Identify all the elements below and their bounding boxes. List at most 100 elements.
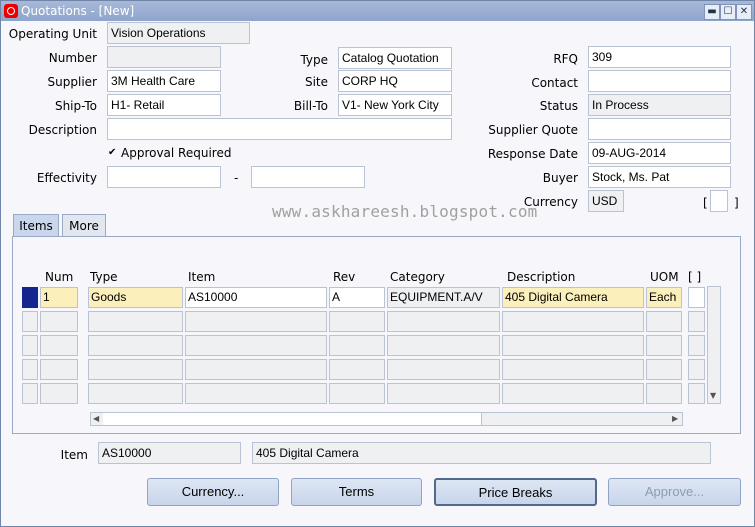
price-breaks-button[interactable]: Price Breaks xyxy=(434,478,597,506)
tab-more[interactable]: More xyxy=(62,214,106,236)
line-uom-cell[interactable] xyxy=(646,335,682,356)
supplier-field[interactable]: 3M Health Care xyxy=(107,70,221,92)
row-selector[interactable] xyxy=(22,311,38,332)
tab-items[interactable]: Items xyxy=(13,214,59,236)
line-dff-cell[interactable] xyxy=(688,383,705,404)
supplier-quote-field[interactable] xyxy=(588,118,731,140)
line-description-cell[interactable] xyxy=(502,383,644,404)
ship-to-field[interactable]: H1- Retail xyxy=(107,94,221,116)
row-selector[interactable] xyxy=(22,359,38,380)
description-field[interactable] xyxy=(107,118,452,140)
row-selector[interactable] xyxy=(22,335,38,356)
line-category-cell[interactable] xyxy=(387,359,500,380)
line-type-cell[interactable]: Goods xyxy=(88,287,183,308)
bill-to-label: Bill-To xyxy=(293,99,328,113)
line-rev-cell[interactable]: A xyxy=(329,287,385,308)
scroll-right-icon[interactable]: ▶ xyxy=(672,414,678,423)
footer-item-field: AS10000 xyxy=(98,442,241,464)
line-category-cell[interactable] xyxy=(387,335,500,356)
line-uom-cell[interactable]: Each xyxy=(646,287,682,308)
line-rev-cell[interactable] xyxy=(329,335,385,356)
line-dff-cell[interactable] xyxy=(688,335,705,356)
approve-button[interactable]: Approve... xyxy=(608,478,741,506)
status-field: In Process xyxy=(588,94,731,116)
response-date-label: Response Date xyxy=(487,147,578,161)
site-field[interactable]: CORP HQ xyxy=(338,70,452,92)
line-type-cell[interactable] xyxy=(88,335,183,356)
line-item-cell[interactable]: AS10000 xyxy=(185,287,327,308)
description-label: Description xyxy=(28,123,97,137)
line-num-cell[interactable] xyxy=(40,359,78,380)
line-num-cell[interactable] xyxy=(40,383,78,404)
operating-unit-field: Vision Operations xyxy=(107,22,250,44)
descriptive-flexfield[interactable] xyxy=(710,190,728,212)
horizontal-scrollbar[interactable]: ◀ ▶ xyxy=(90,412,683,426)
contact-field[interactable] xyxy=(588,70,731,92)
col-category: Category xyxy=(390,270,445,284)
currency-field: USD xyxy=(588,190,624,212)
line-item-cell[interactable] xyxy=(185,335,327,356)
line-uom-cell[interactable] xyxy=(646,359,682,380)
approval-required-label: Approval Required xyxy=(121,146,232,160)
effectivity-to-field[interactable] xyxy=(251,166,365,188)
close-icon[interactable]: ✕ xyxy=(736,4,752,20)
col-dff: [ ] xyxy=(688,270,702,284)
line-category-cell[interactable] xyxy=(387,311,500,332)
line-description-cell[interactable]: 405 Digital Camera xyxy=(502,287,644,308)
scroll-left-icon[interactable]: ◀ xyxy=(93,414,99,423)
rfq-field[interactable]: 309 xyxy=(588,46,731,68)
scroll-down-icon[interactable]: ▼ xyxy=(710,391,716,400)
window-title: Quotations - [New] xyxy=(21,4,135,18)
col-num: Num xyxy=(45,270,74,284)
col-item: Item xyxy=(188,270,216,284)
approval-required-checkbox[interactable]: ✔ xyxy=(108,147,119,158)
line-rev-cell[interactable] xyxy=(329,359,385,380)
site-label: Site xyxy=(304,75,328,89)
horizontal-scroll-thumb[interactable] xyxy=(103,413,482,425)
rfq-label: RFQ xyxy=(553,52,578,66)
bill-to-field[interactable]: V1- New York City xyxy=(338,94,452,116)
status-label: Status xyxy=(539,99,578,113)
line-type-cell[interactable] xyxy=(88,311,183,332)
number-label: Number xyxy=(48,51,97,65)
buyer-field[interactable]: Stock, Ms. Pat xyxy=(588,166,731,188)
line-description-cell[interactable] xyxy=(502,359,644,380)
line-dff-cell[interactable] xyxy=(688,287,705,308)
type-label: Type xyxy=(300,53,328,67)
oracle-app-icon xyxy=(4,4,18,18)
minimize-icon[interactable]: ▬ xyxy=(704,4,720,20)
supplier-quote-label: Supplier Quote xyxy=(488,123,578,137)
line-uom-cell[interactable] xyxy=(646,383,682,404)
line-item-cell[interactable] xyxy=(185,359,327,380)
ship-to-label: Ship-To xyxy=(54,99,97,113)
line-category-cell[interactable]: EQUIPMENT.A/V xyxy=(387,287,500,308)
currency-button[interactable]: Currency... xyxy=(147,478,279,506)
terms-button[interactable]: Terms xyxy=(291,478,422,506)
line-rev-cell[interactable] xyxy=(329,383,385,404)
line-num-cell[interactable]: 1 xyxy=(40,287,78,308)
line-item-cell[interactable] xyxy=(185,383,327,404)
type-field[interactable]: Catalog Quotation xyxy=(338,47,452,69)
dff-bracket-close: ] xyxy=(734,196,739,210)
line-item-cell[interactable] xyxy=(185,311,327,332)
response-date-field[interactable]: 09-AUG-2014 xyxy=(588,142,731,164)
line-description-cell[interactable] xyxy=(502,335,644,356)
row-selector[interactable] xyxy=(22,287,38,308)
line-dff-cell[interactable] xyxy=(688,311,705,332)
line-rev-cell[interactable] xyxy=(329,311,385,332)
line-description-cell[interactable] xyxy=(502,311,644,332)
line-num-cell[interactable] xyxy=(40,335,78,356)
row-selector[interactable] xyxy=(22,383,38,404)
maximize-icon[interactable]: ☐ xyxy=(720,4,736,20)
line-num-cell[interactable] xyxy=(40,311,78,332)
number-field xyxy=(107,46,221,68)
line-uom-cell[interactable] xyxy=(646,311,682,332)
line-category-cell[interactable] xyxy=(387,383,500,404)
effectivity-from-field[interactable] xyxy=(107,166,221,188)
vertical-scrollbar[interactable]: ▼ xyxy=(707,286,721,404)
contact-label: Contact xyxy=(531,76,578,90)
line-dff-cell[interactable] xyxy=(688,359,705,380)
line-type-cell[interactable] xyxy=(88,359,183,380)
footer-item-label: Item xyxy=(60,448,88,462)
line-type-cell[interactable] xyxy=(88,383,183,404)
